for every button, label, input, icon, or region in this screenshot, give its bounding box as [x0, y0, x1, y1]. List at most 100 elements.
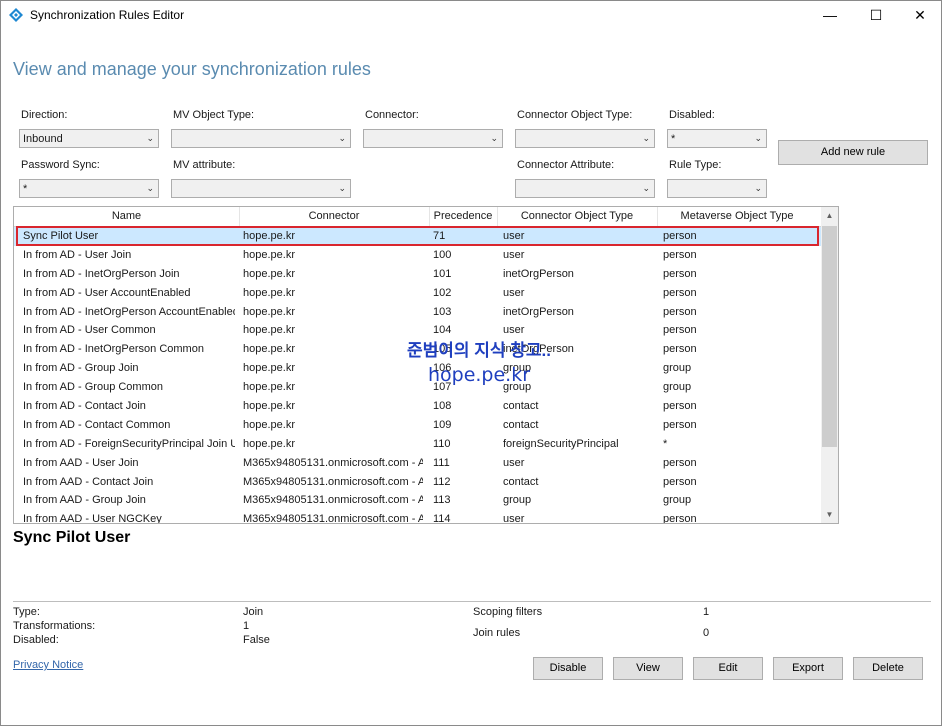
- delete-button[interactable]: Delete: [853, 657, 923, 680]
- chevron-down-icon: ⌄: [338, 183, 346, 193]
- cell-connector-object-type: foreignSecurityPrincipal: [503, 437, 619, 450]
- cell-connector: hope.pe.kr: [243, 286, 295, 299]
- cell-connector-object-type: user: [503, 324, 525, 337]
- cell-metaverse-object-type: group: [663, 362, 692, 375]
- table-row[interactable]: In from AD - Contact Join hope.pe.kr 108 co…: [14, 397, 822, 416]
- minimize-button[interactable]: —: [807, 1, 853, 29]
- table-row[interactable]: In from AD - User Common hope.pe.kr 104 use…: [14, 321, 822, 340]
- direction-select[interactable]: Inbound ⌄: [19, 129, 159, 148]
- cell-connector-object-type: inetOrgPerson: [503, 267, 574, 280]
- privacy-notice-link[interactable]: Privacy Notice: [13, 659, 83, 671]
- column-header-connector-object-type[interactable]: Connector Object Type: [497, 210, 657, 222]
- cell-connector-object-type: group: [503, 494, 532, 507]
- scroll-up-icon[interactable]: ▲: [821, 207, 838, 224]
- cell-name: In from AD - Group Join: [23, 362, 139, 375]
- cell-connector: hope.pe.kr: [243, 305, 295, 318]
- cell-metaverse-object-type: person: [663, 248, 697, 261]
- add-new-rule-button[interactable]: Add new rule: [778, 140, 928, 165]
- cell-precedence: 100: [433, 248, 452, 261]
- table-row[interactable]: In from AD - InetOrgPerson Join hope.pe.k…: [14, 265, 822, 284]
- cell-connector-object-type: contact: [503, 475, 539, 488]
- join-rules-value: 0: [703, 627, 710, 639]
- cell-connector-object-type: inetOrgPerson: [503, 305, 574, 318]
- connector-attribute-select[interactable]: ⌄: [515, 179, 655, 198]
- table-row[interactable]: In from AD - InetOrgPerson AccountEnable…: [14, 303, 822, 322]
- rule-type-select[interactable]: ⌄: [667, 179, 767, 198]
- scoping-filters-label: Scoping filters: [473, 606, 543, 618]
- password-sync-select[interactable]: * ⌄: [19, 179, 159, 198]
- maximize-button[interactable]: ☐: [853, 1, 899, 29]
- cell-precedence: 108: [433, 400, 452, 413]
- column-header-metaverse-object-type[interactable]: Metaverse Object Type: [657, 210, 817, 222]
- column-header-connector[interactable]: Connector: [239, 210, 429, 222]
- cell-connector: hope.pe.kr: [243, 324, 295, 337]
- column-header-precedence[interactable]: Precedence: [429, 210, 497, 222]
- scroll-down-icon[interactable]: ▼: [821, 506, 838, 523]
- grid-header: Name Connector Precedence Connector Obje…: [14, 207, 822, 227]
- table-row[interactable]: In from AD - User Join hope.pe.kr 100 user p…: [14, 246, 822, 265]
- type-label: Type:: [13, 606, 40, 618]
- chevron-down-icon: ⌄: [642, 133, 650, 143]
- transformations-label: Transformations:: [13, 620, 96, 632]
- cell-precedence: 113: [433, 494, 451, 507]
- password-sync-value: *: [23, 183, 28, 195]
- disable-button[interactable]: Disable: [533, 657, 603, 680]
- table-row[interactable]: In from AAD - User Join M365x94805131.onm…: [14, 454, 822, 473]
- connector-select[interactable]: ⌄: [363, 129, 503, 148]
- cell-precedence: 103: [433, 305, 452, 318]
- cell-name: In from AD - Contact Common: [23, 418, 171, 431]
- cell-name: In from AD - InetOrgPerson Common: [23, 343, 204, 356]
- cell-name: In from AD - Contact Join: [23, 400, 146, 413]
- cell-metaverse-object-type: person: [663, 343, 697, 356]
- direction-value: Inbound: [23, 133, 63, 145]
- cell-connector-object-type: contact: [503, 418, 539, 431]
- cell-precedence: 102: [433, 286, 452, 299]
- cell-name: In from AD - InetOrgPerson Join: [23, 267, 180, 280]
- chevron-down-icon: ⌄: [338, 133, 346, 143]
- table-row[interactable]: In from AAD - User NGCKey M365x94805131.o…: [14, 510, 822, 524]
- connector-object-type-select[interactable]: ⌄: [515, 129, 655, 148]
- cell-connector: hope.pe.kr: [243, 230, 295, 242]
- cell-name: Sync Pilot User: [23, 230, 99, 242]
- scroll-thumb[interactable]: [822, 226, 837, 447]
- chevron-down-icon: ⌄: [754, 133, 762, 143]
- grid-scrollbar[interactable]: ▲ ▼: [821, 207, 838, 523]
- view-button[interactable]: View: [613, 657, 683, 680]
- chevron-down-icon: ⌄: [146, 133, 154, 143]
- cell-name: In from AD - InetOrgPerson AccountEnable…: [23, 305, 235, 318]
- transformations-value: 1: [243, 620, 250, 632]
- cell-precedence: 71: [433, 230, 446, 242]
- details-divider: [13, 601, 931, 602]
- connector-object-type-label: Connector Object Type:: [517, 109, 633, 121]
- cell-connector: hope.pe.kr: [243, 418, 295, 431]
- connector-label: Connector:: [365, 109, 419, 121]
- table-row[interactable]: In from AAD - Contact Join M365x94805131.…: [14, 473, 822, 492]
- disabled-select[interactable]: * ⌄: [667, 129, 767, 148]
- table-row[interactable]: In from AD - User AccountEnabled hope.pe.…: [14, 284, 822, 303]
- title-bar[interactable]: Synchronization Rules Editor — ☐ ✕: [1, 1, 941, 29]
- watermark-text: 준범이의 지식 창고.. hope.pe.kr: [389, 339, 569, 387]
- watermark-line2: hope.pe.kr: [427, 364, 531, 386]
- table-row[interactable]: Sync Pilot User hope.pe.kr 71 user person: [14, 227, 822, 246]
- rule-type-label: Rule Type:: [669, 159, 722, 171]
- mv-attribute-select[interactable]: ⌄: [171, 179, 351, 198]
- cell-metaverse-object-type: person: [663, 305, 697, 318]
- cell-name: In from AD - Group Common: [23, 381, 163, 394]
- edit-button[interactable]: Edit: [693, 657, 763, 680]
- close-button[interactable]: ✕: [897, 1, 942, 29]
- cell-precedence: 104: [433, 324, 452, 337]
- cell-precedence: 110: [433, 437, 451, 450]
- cell-connector-object-type: user: [503, 230, 525, 242]
- cell-name: In from AD - ForeignSecurityPrincipal Jo…: [23, 437, 235, 450]
- table-row[interactable]: In from AD - ForeignSecurityPrincipal Jo…: [14, 435, 822, 454]
- cell-connector: hope.pe.kr: [243, 400, 295, 413]
- cell-metaverse-object-type: person: [663, 513, 697, 524]
- cell-connector-object-type: user: [503, 513, 525, 524]
- cell-name: In from AAD - Contact Join: [23, 475, 154, 488]
- mv-object-type-select[interactable]: ⌄: [171, 129, 351, 148]
- mv-attribute-label: MV attribute:: [173, 159, 236, 171]
- column-header-name[interactable]: Name: [14, 210, 239, 222]
- export-button[interactable]: Export: [773, 657, 843, 680]
- table-row[interactable]: In from AAD - Group Join M365x94805131.on…: [14, 491, 822, 510]
- table-row[interactable]: In from AD - Contact Common hope.pe.kr 109…: [14, 416, 822, 435]
